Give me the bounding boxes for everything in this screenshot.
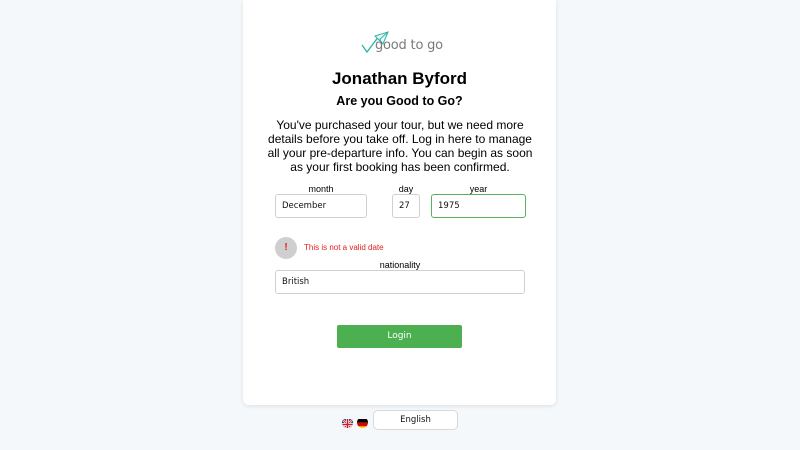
brand-logo: good to go [361, 30, 443, 56]
nationality-field[interactable] [275, 270, 525, 294]
login-card: good to go Jonathan Byford Are you Good … [243, 0, 556, 405]
month-label: month [308, 184, 334, 194]
page-subtitle: Are you Good to Go? [336, 94, 463, 108]
uk-flag-icon[interactable] [342, 417, 353, 428]
user-name-heading: Jonathan Byford [331, 69, 468, 88]
error-icon: ! [275, 237, 297, 259]
year-label: year [469, 184, 488, 194]
language-selector[interactable]: English [373, 410, 458, 430]
login-button[interactable]: Login [337, 325, 462, 348]
month-field[interactable] [275, 194, 367, 218]
error-message: This is not a valid date [304, 243, 384, 252]
day-label: day [398, 184, 414, 194]
year-field[interactable] [431, 194, 526, 218]
brand-logo-text: good to go [375, 38, 443, 53]
day-field[interactable] [392, 194, 420, 218]
intro-text: You've purchased your tour, but we need … [267, 118, 533, 174]
nationality-label: nationality [379, 260, 421, 270]
germany-flag-icon[interactable] [357, 417, 368, 428]
